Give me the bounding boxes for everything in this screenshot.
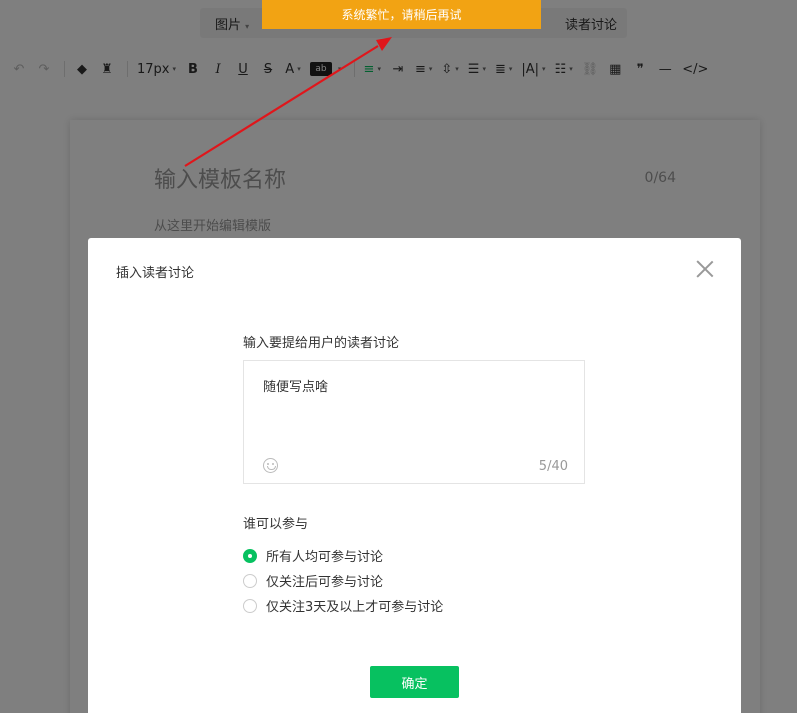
participation-label: 谁可以参与 — [243, 517, 309, 532]
radio-label: 仅关注后可参与讨论 — [266, 575, 384, 590]
insert-discussion-dialog: 插入读者讨论 输入要提给用户的读者讨论 随便写点啥 5/40 谁可以参与 所有人… — [88, 238, 741, 713]
error-toast: 系统繁忙，请稍后再试 — [262, 0, 541, 29]
discussion-char-counter: 5/40 — [538, 459, 568, 474]
close-icon[interactable] — [696, 260, 714, 278]
participation-radio-group: 所有人均可参与讨论 仅关注后可参与讨论仅关注3天及以上才可参与讨论 — [243, 543, 443, 618]
discussion-input-label: 输入要提给用户的读者讨论 — [243, 336, 400, 351]
discussion-textarea[interactable]: 随便写点啥 5/40 — [243, 360, 585, 484]
radio-label: 所有人均可参与讨论 — [266, 550, 384, 565]
confirm-button[interactable]: 确定 — [370, 666, 459, 698]
participation-option[interactable]: 仅关注后可参与讨论 — [243, 568, 443, 593]
radio-button[interactable] — [243, 548, 257, 563]
participation-option[interactable]: 所有人均可参与讨论 — [243, 543, 443, 568]
radio-label: 仅关注3天及以上才可参与讨论 — [266, 600, 444, 615]
discussion-text: 随便写点啥 — [263, 380, 329, 395]
dialog-title: 插入读者讨论 — [116, 266, 195, 281]
participation-option[interactable]: 仅关注3天及以上才可参与讨论 — [243, 593, 443, 618]
radio-button[interactable] — [243, 598, 257, 613]
emoji-icon[interactable] — [263, 458, 278, 473]
radio-button[interactable] — [243, 573, 257, 588]
